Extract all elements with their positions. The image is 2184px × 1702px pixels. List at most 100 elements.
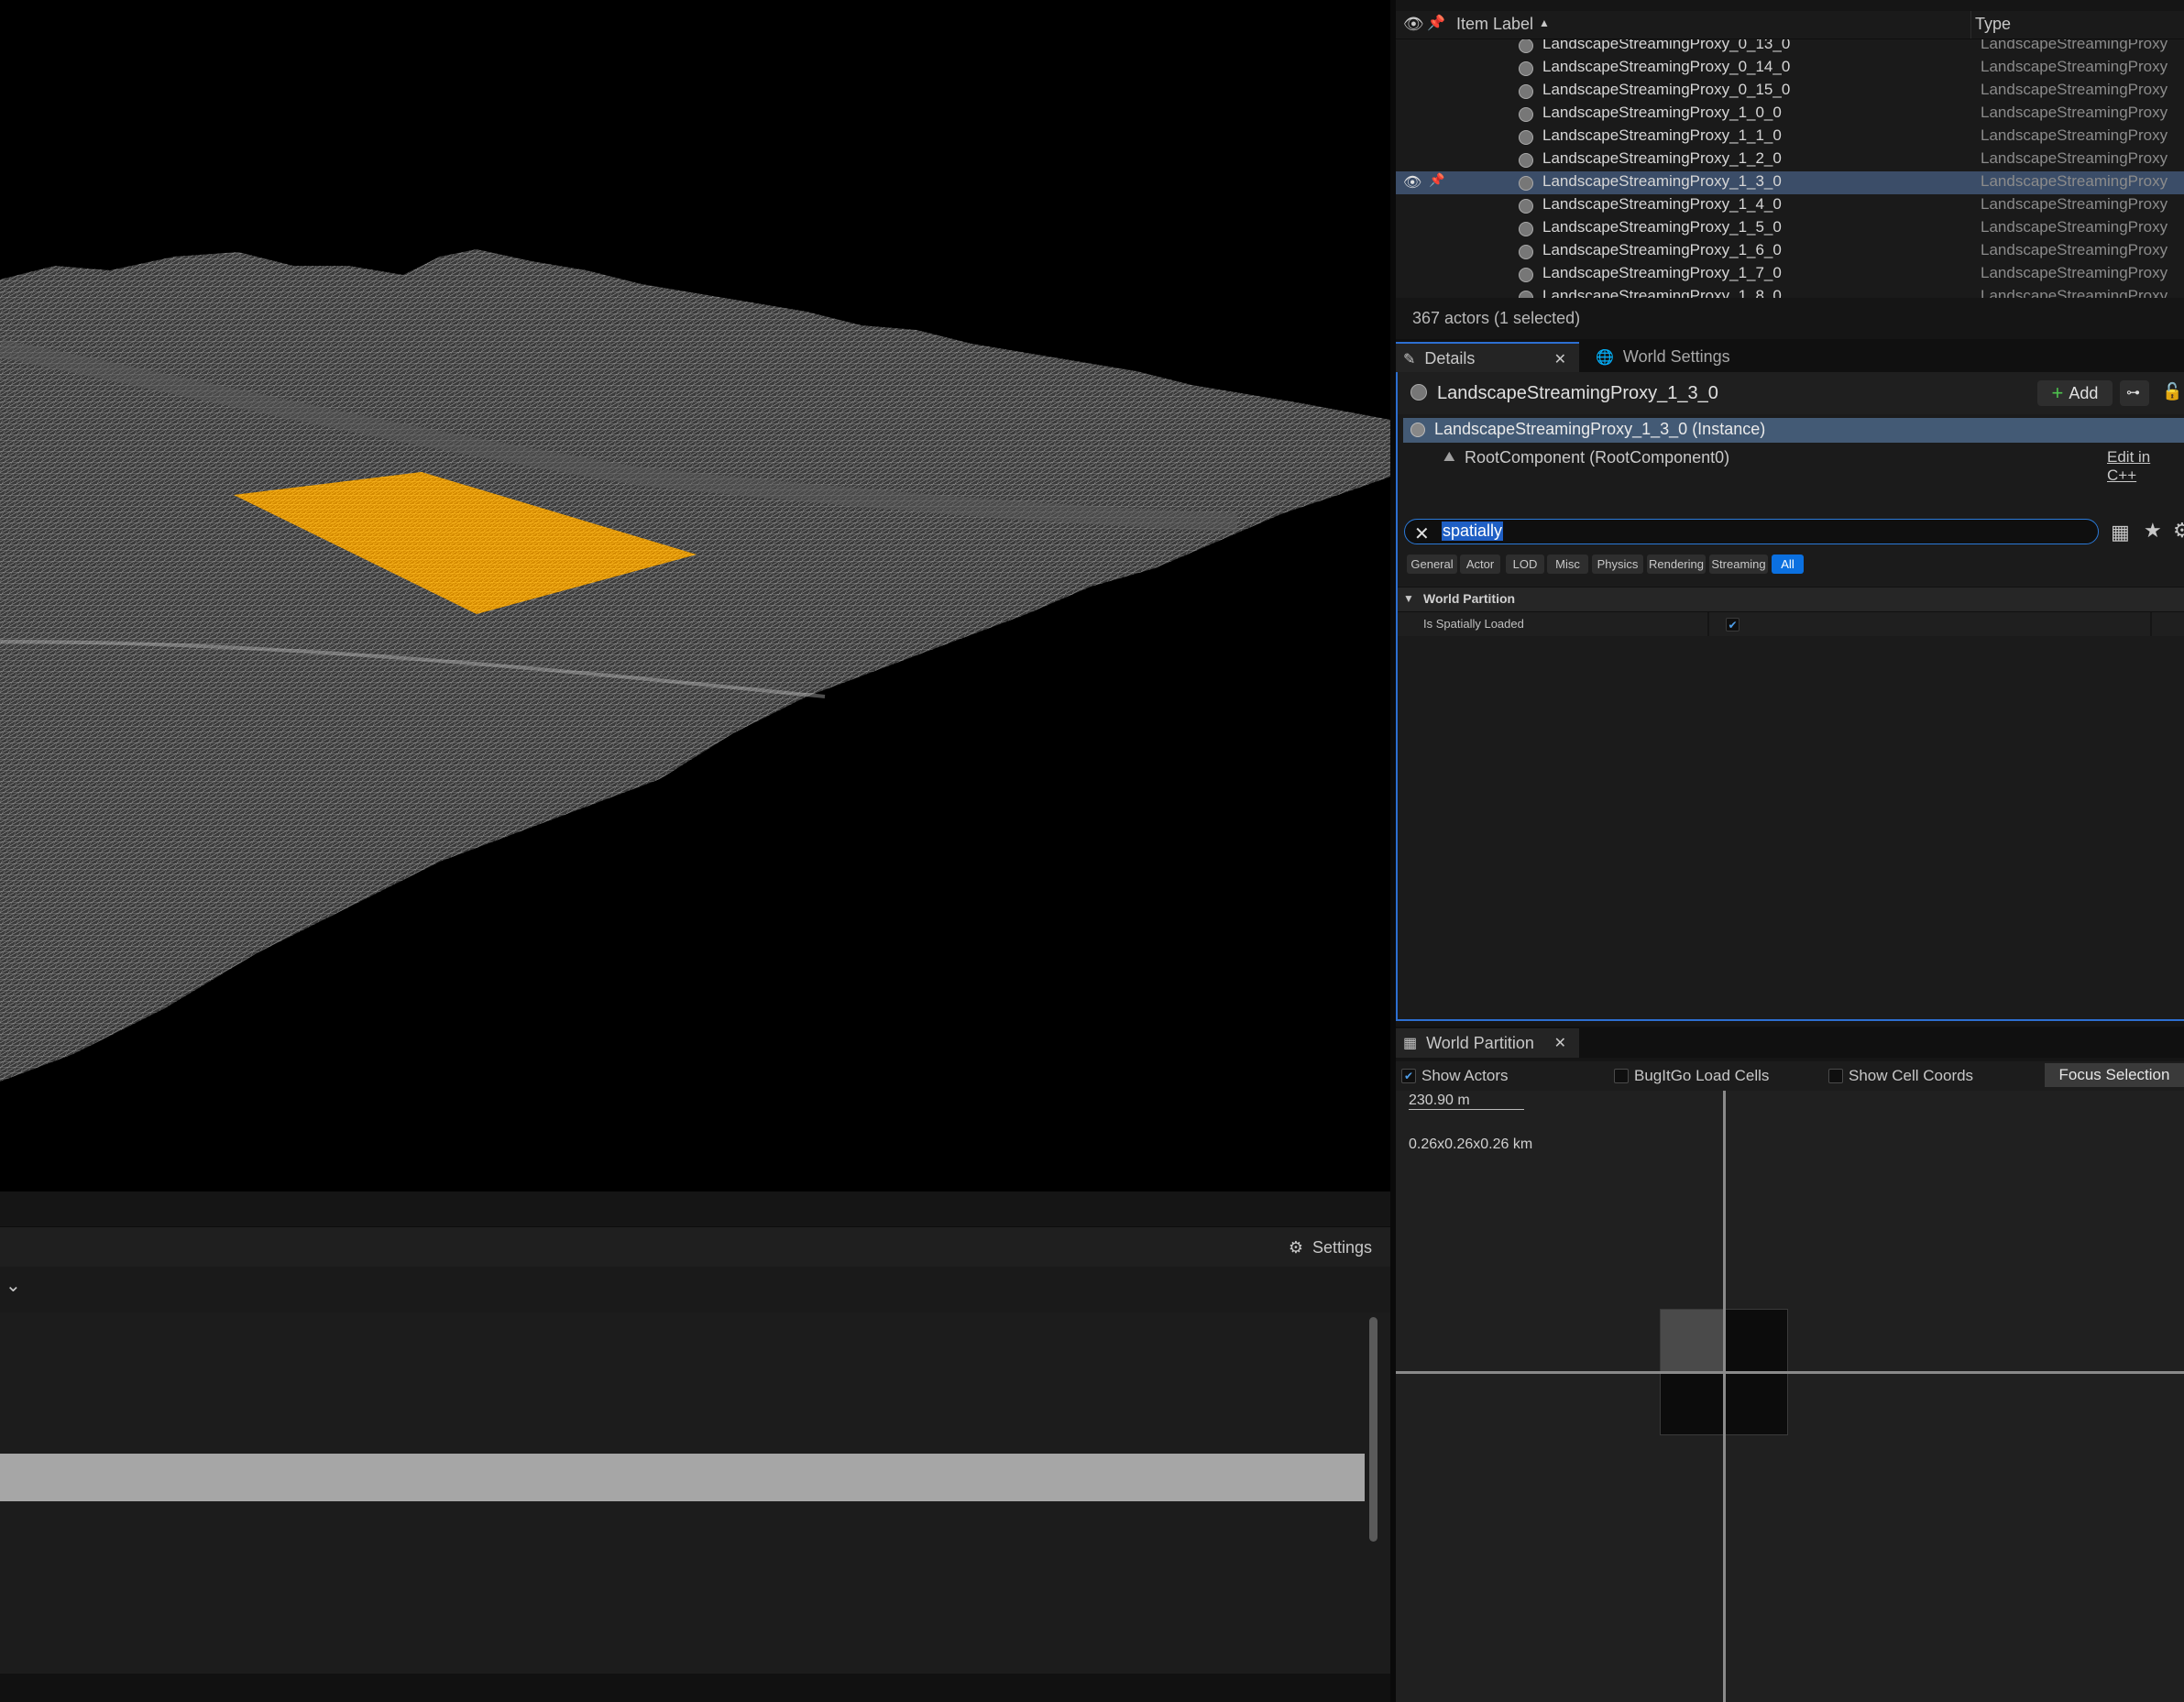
world-partition-map[interactable]: 230.90 m 0.26x0.26x0.26 km bbox=[1396, 1091, 2184, 1702]
settings-button[interactable]: ⚙ Settings bbox=[1289, 1227, 1372, 1268]
filter-misc[interactable]: Misc bbox=[1547, 555, 1588, 574]
property-name: Is Spatially Loaded bbox=[1423, 617, 1524, 631]
category-world-partition[interactable]: ▼ World Partition bbox=[1396, 587, 2184, 612]
list-item[interactable]: LandscapeStreamingProxy_1_7_0 LandscapeSt… bbox=[1396, 263, 2184, 286]
details-panel: LandscapeStreamingProxy_1_3_0 + Add ⊶ 🔓 … bbox=[1396, 372, 2184, 1021]
filter-actor[interactable]: Actor bbox=[1460, 555, 1500, 574]
filter-all[interactable]: All bbox=[1772, 555, 1804, 574]
map-cell[interactable] bbox=[1725, 1309, 1788, 1372]
item-label: LandscapeStreamingProxy_1_7_0 bbox=[1542, 264, 1782, 281]
list-item[interactable]: LandscapeStreamingProxy_0_13_0 LandscapeS… bbox=[1396, 39, 2184, 57]
list-item[interactable]: LandscapeStreamingProxy_1_4_0 LandscapeSt… bbox=[1396, 194, 2184, 217]
show-actors-checkbox[interactable]: ✔ bbox=[1401, 1069, 1416, 1083]
lock-button[interactable]: 🔓 bbox=[2157, 380, 2184, 406]
plus-icon: + bbox=[2051, 381, 2064, 404]
map-cell[interactable] bbox=[1725, 1372, 1788, 1435]
edit-in-cpp-link[interactable]: Edit in C++ bbox=[2107, 448, 2184, 485]
list-item[interactable]: LandscapeStreamingProxy_1_6_0 LandscapeSt… bbox=[1396, 240, 2184, 263]
list-item[interactable]: LandscapeStreamingProxy_1_5_0 LandscapeSt… bbox=[1396, 217, 2184, 240]
blueprint-icon: ⊶ bbox=[2126, 385, 2140, 401]
pencil-icon: ✎ bbox=[1403, 351, 1416, 368]
column-divider[interactable] bbox=[1970, 11, 1971, 38]
list-item[interactable]: LandscapeStreamingProxy_1_1_0 LandscapeSt… bbox=[1396, 126, 2184, 148]
landscape-wireframe bbox=[0, 249, 1390, 1082]
outliner-footer: 367 actors (1 selected) bbox=[1396, 298, 2184, 338]
is-spatially-loaded-checkbox[interactable]: ✔ bbox=[1726, 618, 1740, 631]
pin-icon[interactable]: 📌 bbox=[1427, 14, 1445, 32]
map-cell[interactable] bbox=[1660, 1372, 1725, 1435]
item-label: LandscapeStreamingProxy_1_2_0 bbox=[1542, 149, 1782, 167]
show-cell-coords-option[interactable]: Show Cell Coords bbox=[1828, 1067, 1973, 1085]
settings-label: Settings bbox=[1311, 1237, 1372, 1257]
log-scrollbar[interactable] bbox=[1366, 1312, 1382, 1675]
outliner-header: 👁 📌 Item Label ▲ Type bbox=[1396, 11, 2184, 39]
focus-selection-button[interactable]: Focus Selection bbox=[2045, 1063, 2184, 1087]
actor-count: 367 actors (1 selected) bbox=[1412, 309, 1581, 327]
axis-x-line bbox=[1396, 1371, 2184, 1374]
filter-physics[interactable]: Physics bbox=[1592, 555, 1643, 574]
level-viewport[interactable] bbox=[0, 0, 1390, 1191]
item-type: LandscapeStreamingProxy bbox=[1981, 81, 2168, 98]
table-icon[interactable]: ▦ bbox=[2111, 521, 2130, 544]
outliner-list: LandscapeStreamingProxy_0_13_0 LandscapeS… bbox=[1396, 39, 2184, 298]
filter-rendering[interactable]: Rendering bbox=[1647, 555, 1706, 574]
tab-details[interactable]: ✎ Details ✕ bbox=[1396, 342, 1579, 374]
log-list bbox=[0, 1312, 1390, 1675]
show-cell-coords-checkbox[interactable] bbox=[1828, 1069, 1843, 1083]
tab-world-settings-label: World Settings bbox=[1622, 347, 1730, 366]
show-actors-option[interactable]: ✔ Show Actors bbox=[1401, 1067, 1509, 1085]
list-item[interactable]: LandscapeStreamingProxy_1_8_0 LandscapeSt… bbox=[1396, 286, 2184, 298]
close-icon[interactable]: ✕ bbox=[1554, 1034, 1566, 1052]
list-item[interactable]: LandscapeStreamingProxy_1_2_0 LandscapeSt… bbox=[1396, 148, 2184, 171]
actor-icon bbox=[1410, 384, 1427, 401]
add-component-button[interactable]: + Add bbox=[2037, 380, 2113, 406]
list-item[interactable]: LandscapeStreamingProxy_0_14_0 LandscapeS… bbox=[1396, 57, 2184, 80]
blueprint-button[interactable]: ⊶ bbox=[2120, 380, 2149, 406]
item-type: LandscapeStreamingProxy bbox=[1981, 149, 2168, 167]
log-scrollbar-thumb[interactable] bbox=[1369, 1317, 1377, 1542]
column-item-label[interactable]: Item Label bbox=[1456, 15, 1533, 34]
category-label: World Partition bbox=[1423, 591, 1516, 606]
pin-icon[interactable]: 📌 bbox=[1429, 172, 1444, 188]
close-icon[interactable]: ✕ bbox=[1414, 522, 1430, 545]
eye-icon[interactable]: 👁 bbox=[1403, 173, 1421, 192]
scale-label: 230.90 m bbox=[1409, 1093, 1470, 1108]
details-search-input[interactable]: ✕ spatially bbox=[1404, 519, 2099, 544]
actor-icon bbox=[1519, 268, 1533, 282]
filter-lod[interactable]: LOD bbox=[1506, 555, 1544, 574]
root-component-label[interactable]: RootComponent (RootComponent0) bbox=[1465, 448, 1729, 467]
scale-bar bbox=[1409, 1109, 1524, 1110]
focus-border bbox=[1396, 372, 1398, 1021]
details-tabbar: ✎ Details ✕ 🌐 World Settings bbox=[1396, 339, 2184, 374]
column-type[interactable]: Type bbox=[1975, 15, 2011, 34]
star-icon[interactable]: ★ bbox=[2144, 519, 2162, 543]
filter-streaming[interactable]: Streaming bbox=[1709, 555, 1768, 574]
sort-asc-icon[interactable]: ▲ bbox=[1539, 16, 1550, 29]
log-selected-row[interactable] bbox=[0, 1454, 1365, 1501]
world-partition-toolbar: ✔ Show Actors BugItGo Load Cells Show Ce… bbox=[1396, 1061, 2184, 1091]
bugitgo-option[interactable]: BugItGo Load Cells bbox=[1614, 1067, 1769, 1085]
component-instance-row[interactable]: LandscapeStreamingProxy_1_3_0 (Instance) bbox=[1403, 418, 2184, 443]
filter-general[interactable]: General bbox=[1407, 555, 1457, 574]
bugitgo-checkbox[interactable] bbox=[1614, 1069, 1629, 1083]
map-cell[interactable] bbox=[1660, 1309, 1725, 1372]
tab-world-settings[interactable]: 🌐 World Settings bbox=[1588, 342, 1790, 372]
item-label: LandscapeStreamingProxy_1_1_0 bbox=[1542, 126, 1782, 144]
list-item-selected[interactable]: 👁 📌 LandscapeStreamingProxy_1_3_0 Landsca… bbox=[1396, 171, 2184, 194]
eye-icon[interactable]: 👁 bbox=[1403, 15, 1424, 34]
close-icon[interactable]: ✕ bbox=[1554, 350, 1566, 368]
actor-icon bbox=[1519, 61, 1533, 76]
list-item[interactable]: LandscapeStreamingProxy_0_15_0 LandscapeS… bbox=[1396, 80, 2184, 103]
grid-icon: ▦ bbox=[1403, 1036, 1418, 1051]
actor-icon bbox=[1519, 107, 1533, 122]
actor-icon bbox=[1519, 130, 1533, 145]
add-label: Add bbox=[2069, 383, 2099, 402]
chevron-down-icon: ▼ bbox=[1403, 592, 1414, 605]
gear-icon[interactable]: ⚙ bbox=[2173, 519, 2184, 543]
item-label: LandscapeStreamingProxy_1_6_0 bbox=[1542, 241, 1782, 258]
property-splitter[interactable] bbox=[1707, 612, 1709, 636]
tab-world-partition[interactable]: ▦ World Partition ✕ bbox=[1396, 1028, 1579, 1058]
list-item[interactable]: LandscapeStreamingProxy_1_0_0 LandscapeSt… bbox=[1396, 103, 2184, 126]
chevron-down-icon[interactable]: ⌄ bbox=[5, 1274, 21, 1297]
tab-world-partition-label: World Partition bbox=[1426, 1033, 1534, 1052]
